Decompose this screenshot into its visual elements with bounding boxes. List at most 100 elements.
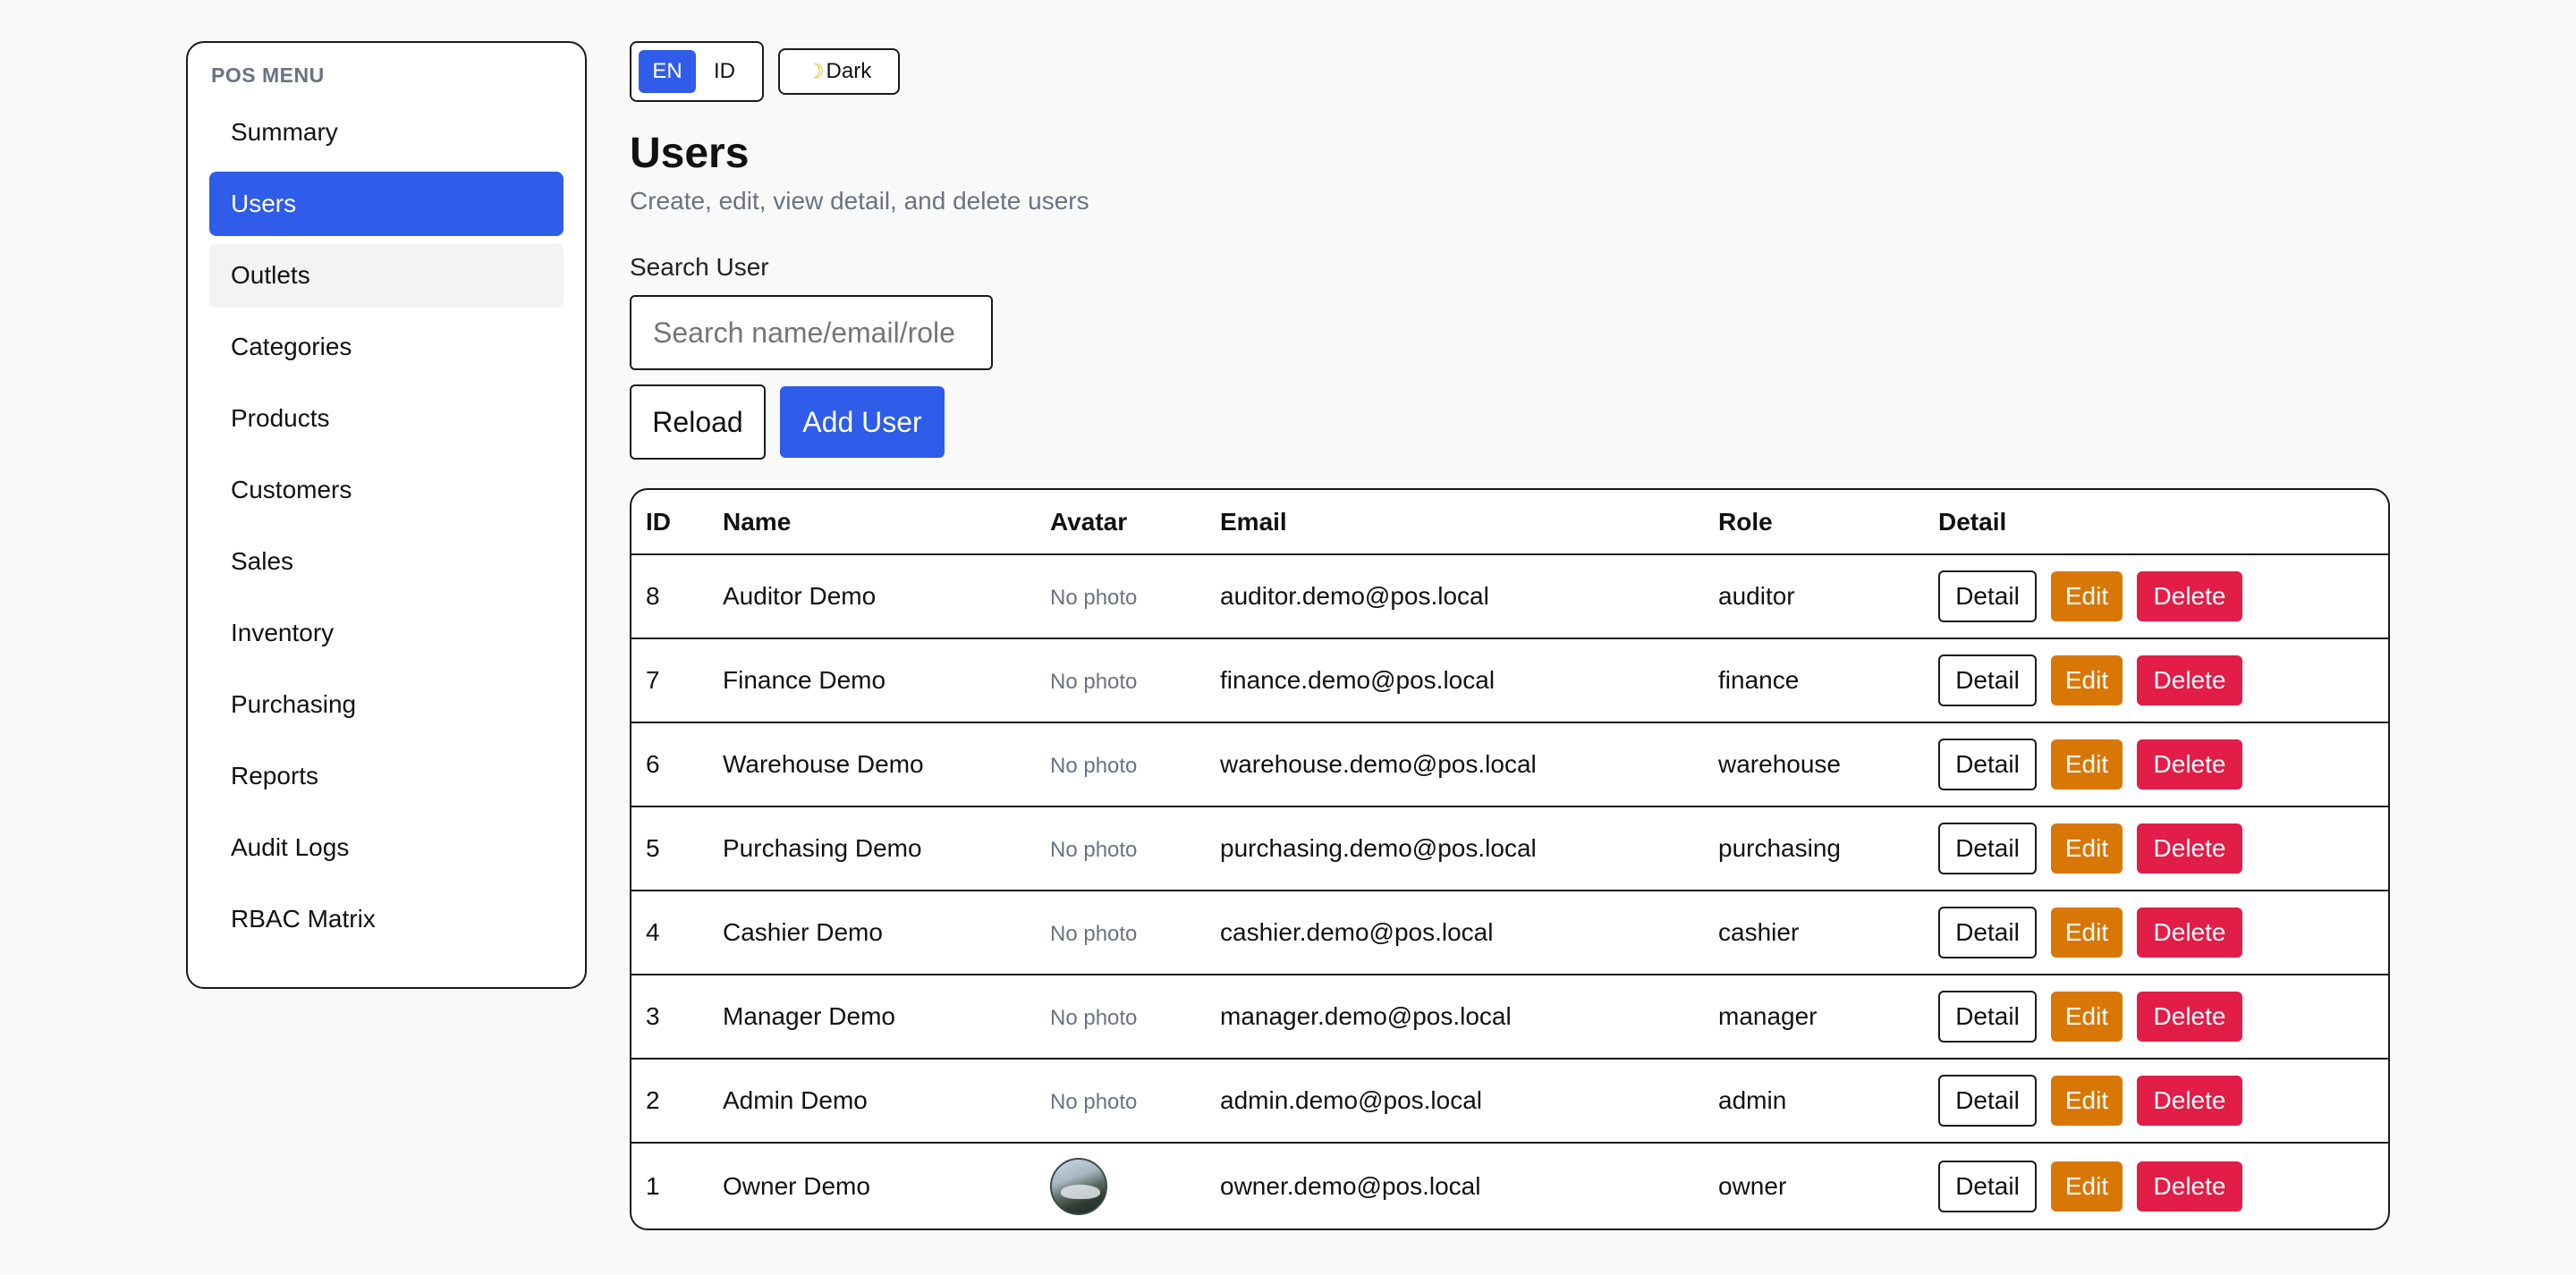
add-user-button[interactable]: Add User [780, 386, 945, 458]
dark-mode-button[interactable]: ☽Dark [778, 48, 900, 95]
delete-button[interactable]: Delete [2137, 908, 2242, 958]
row-actions: Detail Edit Delete [1938, 1075, 2388, 1127]
detail-button[interactable]: Detail [1938, 739, 2037, 790]
detail-button[interactable]: Detail [1938, 1075, 2037, 1127]
delete-button[interactable]: Delete [2137, 571, 2242, 621]
cell-role: cashier [1704, 891, 1924, 975]
lang-en-button[interactable]: EN [639, 50, 696, 93]
row-actions: Detail Edit Delete [1938, 907, 2388, 958]
delete-button[interactable]: Delete [2137, 1076, 2242, 1126]
top-controls: EN ID ☽Dark [630, 41, 2390, 102]
table-row: 1 Owner Demo owner.demo@pos.local owner Deta… [631, 1143, 2388, 1229]
header-detail: Detail [1924, 490, 2388, 555]
table-row: 2 Admin Demo No photo admin.demo@pos.local a… [631, 1059, 2388, 1144]
detail-button[interactable]: Detail [1938, 907, 2037, 958]
header-role: Role [1704, 490, 1924, 555]
cell-actions: Detail Edit Delete [1924, 554, 2388, 639]
table-row: 6 Warehouse Demo No photo warehouse.demo@po… [631, 722, 2388, 807]
sidebar-item-summary[interactable]: Summary [209, 100, 564, 165]
cell-actions: Detail Edit Delete [1924, 806, 2388, 891]
cell-role: purchasing [1704, 806, 1924, 891]
cell-role: auditor [1704, 554, 1924, 639]
cell-role: manager [1704, 975, 1924, 1060]
sidebar-item-outlets[interactable]: Outlets [209, 243, 564, 308]
header-email: Email [1206, 490, 1704, 555]
cell-actions: Detail Edit Delete [1924, 891, 2388, 975]
cell-role: warehouse [1704, 722, 1924, 807]
no-photo-text: No photo [1050, 838, 1138, 862]
delete-button[interactable]: Delete [2137, 823, 2242, 874]
cell-id: 5 [631, 806, 708, 891]
edit-button[interactable]: Edit [2051, 739, 2123, 789]
avatar [1050, 1157, 1107, 1215]
delete-button[interactable]: Delete [2137, 1161, 2242, 1212]
moon-icon: ☽ [806, 60, 825, 82]
edit-button[interactable]: Edit [2051, 908, 2123, 958]
detail-button[interactable]: Detail [1938, 823, 2037, 874]
cell-role: finance [1704, 638, 1924, 723]
no-photo-text: No photo [1050, 586, 1138, 610]
lang-id-button[interactable]: ID [696, 50, 753, 93]
cell-name: Admin Demo [708, 1059, 1036, 1144]
cell-name: Manager Demo [708, 975, 1036, 1060]
edit-button[interactable]: Edit [2051, 823, 2123, 874]
sidebar-item-rbac-matrix[interactable]: RBAC Matrix [209, 887, 564, 951]
reload-button[interactable]: Reload [630, 384, 766, 460]
edit-button[interactable]: Edit [2051, 1161, 2123, 1212]
no-photo-text: No photo [1050, 922, 1138, 946]
cell-actions: Detail Edit Delete [1924, 1143, 2388, 1229]
no-photo-text: No photo [1050, 1090, 1138, 1114]
cell-name: Finance Demo [708, 638, 1036, 723]
no-photo-text: No photo [1050, 754, 1138, 778]
sidebar-item-customers[interactable]: Customers [209, 458, 564, 522]
delete-button[interactable]: Delete [2137, 739, 2242, 789]
cell-avatar [1036, 1143, 1206, 1229]
sidebar-item-audit-logs[interactable]: Audit Logs [209, 815, 564, 880]
sidebar-item-purchasing[interactable]: Purchasing [209, 672, 564, 737]
sidebar: POS MENU Summary Users Outlets Categories Pr… [186, 41, 587, 989]
detail-button[interactable]: Detail [1938, 1160, 2037, 1212]
detail-button[interactable]: Detail [1938, 991, 2037, 1043]
dark-mode-label: Dark [826, 59, 872, 83]
cell-email: auditor.demo@pos.local [1206, 554, 1704, 639]
edit-button[interactable]: Edit [2051, 655, 2123, 705]
table-row: 8 Auditor Demo No photo auditor.demo@pos.lo… [631, 554, 2388, 639]
detail-button[interactable]: Detail [1938, 570, 2037, 622]
sidebar-item-sales[interactable]: Sales [209, 529, 564, 594]
header-id: ID [631, 490, 708, 555]
cell-actions: Detail Edit Delete [1924, 1059, 2388, 1144]
users-table: ID Name Avatar Email Role Detail 8 Audito… [630, 488, 2390, 1230]
sidebar-item-users[interactable]: Users [209, 172, 564, 236]
table-header-row: ID Name Avatar Email Role Detail [631, 490, 2388, 555]
main-content: EN ID ☽Dark Users Create, edit, view det… [630, 41, 2390, 1230]
page-title: Users [630, 130, 750, 177]
cell-id: 1 [646, 1171, 660, 1200]
delete-button[interactable]: Delete [2137, 992, 2242, 1042]
page-subtitle: Create, edit, view detail, and delete us… [630, 187, 1089, 215]
cell-id: 8 [631, 554, 708, 639]
sidebar-item-categories[interactable]: Categories [209, 315, 564, 379]
cell-avatar: No photo [1036, 891, 1206, 975]
detail-button[interactable]: Detail [1938, 654, 2037, 706]
edit-button[interactable]: Edit [2051, 1076, 2123, 1126]
sidebar-item-inventory[interactable]: Inventory [209, 601, 564, 665]
sidebar-item-products[interactable]: Products [209, 386, 564, 451]
cell-avatar: No photo [1036, 722, 1206, 807]
row-actions: Detail Edit Delete [1938, 739, 2388, 790]
language-toggle: EN ID [630, 41, 764, 102]
header-avatar: Avatar [1036, 490, 1206, 555]
search-input[interactable] [630, 295, 993, 370]
edit-button[interactable]: Edit [2051, 992, 2123, 1042]
cell-email: cashier.demo@pos.local [1206, 891, 1704, 975]
cell-name: Purchasing Demo [708, 806, 1036, 891]
edit-button[interactable]: Edit [2051, 571, 2123, 621]
cell-name: Auditor Demo [708, 554, 1036, 639]
sidebar-title: POS MENU [211, 63, 325, 87]
table-row: 3 Manager Demo No photo manager.demo@pos.lo… [631, 975, 2388, 1060]
cell-avatar: No photo [1036, 975, 1206, 1060]
sidebar-item-reports[interactable]: Reports [209, 744, 564, 808]
no-photo-text: No photo [1050, 670, 1138, 694]
table-row: 4 Cashier Demo No photo cashier.demo@pos.lo… [631, 891, 2388, 975]
delete-button[interactable]: Delete [2137, 655, 2242, 705]
no-photo-text: No photo [1050, 1006, 1138, 1030]
